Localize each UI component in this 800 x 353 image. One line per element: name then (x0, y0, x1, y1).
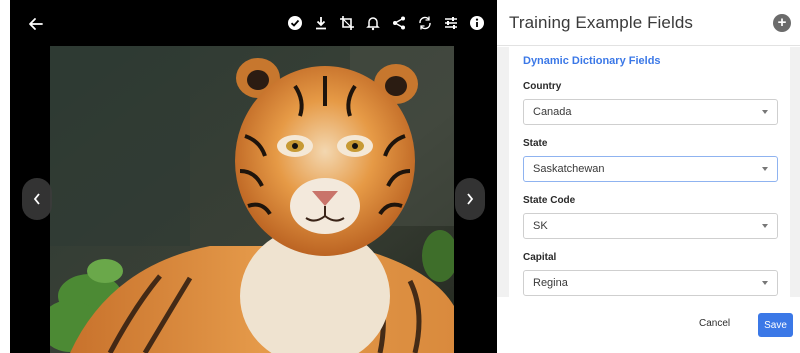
download-icon (316, 17, 326, 30)
fields-form: Dynamic Dictionary Fields Country Canada… (509, 47, 790, 297)
panel-title: Training Example Fields (509, 12, 694, 32)
panel-footer: Cancel Save (497, 297, 800, 353)
approve-button[interactable] (285, 12, 305, 34)
crop-button[interactable] (337, 12, 357, 34)
share-button[interactable] (389, 12, 409, 34)
save-button[interactable]: Save (758, 313, 793, 337)
caret-down-icon (762, 224, 768, 228)
panel-body: Dynamic Dictionary Fields Country Canada… (497, 47, 800, 297)
toolbar-actions (285, 12, 487, 34)
add-circle-icon: + (777, 14, 787, 31)
crop-icon (340, 16, 354, 30)
field-label-capital: Capital (523, 252, 557, 263)
field-label-country: Country (523, 81, 562, 92)
notify-button[interactable] (363, 12, 383, 34)
state-value: Saskatchewan (533, 163, 605, 175)
country-select[interactable]: Canada (523, 99, 778, 125)
state-code-value: SK (533, 220, 548, 232)
app-frame: Training Example Fields + Dynamic Dictio… (0, 0, 800, 353)
info-button[interactable] (467, 12, 487, 34)
caret-down-icon (762, 167, 768, 171)
adjust-button[interactable] (441, 12, 461, 34)
viewer-toolbar (10, 0, 497, 46)
chevron-left-icon (33, 193, 40, 205)
capital-select[interactable]: Regina (523, 270, 778, 296)
check-circle-icon (288, 16, 302, 30)
info-icon (470, 16, 484, 30)
field-label-state: State (523, 138, 548, 149)
tiger-image (50, 46, 454, 353)
country-value: Canada (533, 106, 572, 118)
add-field-button[interactable]: + (773, 14, 791, 32)
sliders-icon (445, 17, 457, 29)
panel-scrollbar[interactable] (791, 47, 800, 297)
chevron-right-icon (467, 193, 474, 205)
caret-down-icon (762, 281, 768, 285)
image-viewer (10, 0, 497, 353)
state-code-select[interactable]: SK (523, 213, 778, 239)
back-button[interactable] (24, 12, 48, 36)
rotate-icon (419, 16, 431, 30)
state-select[interactable]: Saskatchewan (523, 156, 778, 182)
previous-image-button[interactable] (22, 178, 52, 220)
tiger-photo (50, 46, 454, 353)
panel-header: Training Example Fields + (497, 0, 800, 46)
rotate-button[interactable] (415, 12, 435, 34)
bell-icon (366, 17, 380, 31)
dynamic-dictionary-link[interactable]: Dynamic Dictionary Fields (523, 55, 661, 67)
caret-down-icon (762, 110, 768, 114)
fields-panel: Training Example Fields + Dynamic Dictio… (497, 0, 800, 353)
arrow-left-icon (29, 18, 43, 30)
field-label-state-code: State Code (523, 195, 576, 206)
download-button[interactable] (311, 12, 331, 34)
next-image-button[interactable] (455, 178, 485, 220)
capital-value: Regina (533, 277, 568, 289)
cancel-button[interactable]: Cancel (699, 318, 730, 329)
share-icon (393, 16, 405, 30)
